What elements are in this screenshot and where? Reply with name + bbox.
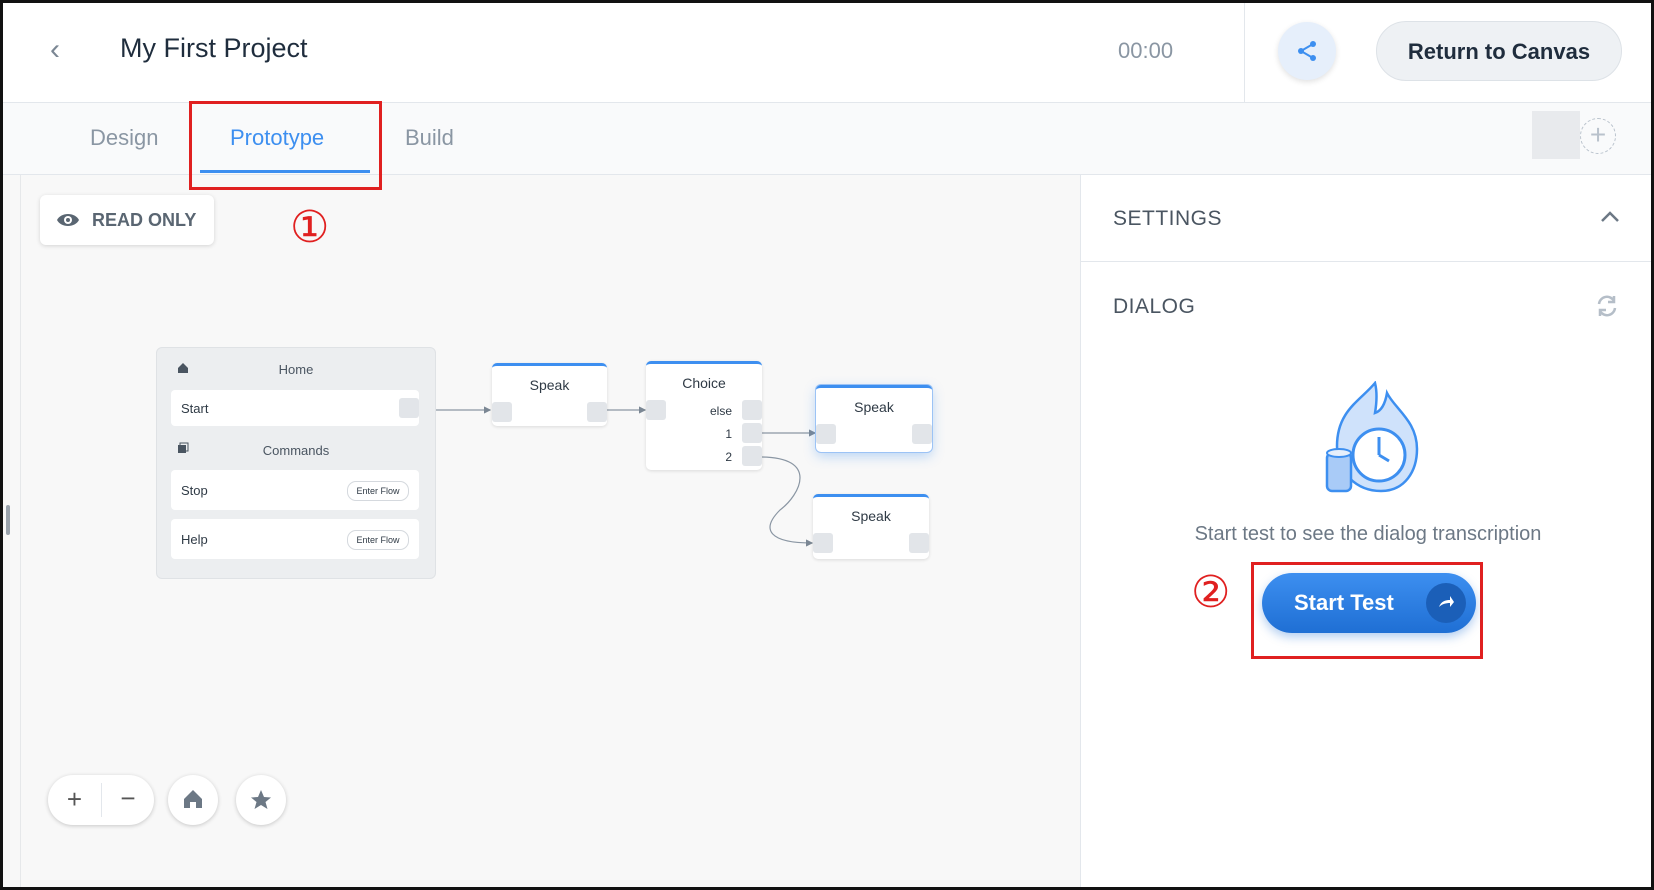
arrow-right-icon: [1426, 583, 1466, 623]
start-label: Start: [181, 401, 209, 416]
highlight-box-prototype: [189, 101, 382, 190]
zoom-controls: + −: [48, 775, 154, 825]
zoom-in-button[interactable]: +: [48, 775, 101, 825]
flow-canvas[interactable]: READ ONLY ① Home Start Commands Stop Ent…: [0, 175, 1080, 890]
node-in-port[interactable]: [646, 400, 666, 420]
node-title: Speak: [529, 377, 570, 393]
back-icon[interactable]: ‹: [50, 35, 70, 66]
enter-flow-pill[interactable]: Enter Flow: [347, 481, 409, 501]
command-label: Help: [181, 532, 208, 547]
speak-node-2[interactable]: Speak: [816, 385, 932, 452]
node-title: Choice: [682, 375, 726, 391]
start-port[interactable]: [399, 398, 419, 418]
add-collaborator-icon[interactable]: +: [1580, 118, 1616, 154]
return-to-canvas-button[interactable]: Return to Canvas: [1376, 21, 1622, 81]
favorites-button[interactable]: [236, 775, 286, 825]
command-label: Stop: [181, 483, 208, 498]
top-bar: ‹ My First Project 00:00 Return to Canva…: [0, 0, 1654, 103]
share-icon: [1298, 41, 1316, 61]
panel-divider: [1081, 261, 1654, 262]
node-title: Speak: [851, 508, 891, 524]
dialog-heading: DIALOG: [1113, 295, 1196, 318]
settings-heading[interactable]: SETTINGS: [1113, 207, 1222, 231]
choice-port-label: 1: [725, 427, 732, 441]
node-title: Speak: [854, 399, 894, 415]
node-out-port[interactable]: [909, 533, 929, 553]
test-panel: SETTINGS DIALOG Start test to see the di…: [1080, 175, 1654, 890]
choice-port-label: else: [709, 404, 732, 418]
zoom-out-button[interactable]: −: [102, 775, 154, 825]
dialog-hint: Start test to see the dialog transcripti…: [1194, 523, 1542, 545]
home-icon: [184, 790, 202, 808]
choice-out-port[interactable]: [742, 423, 762, 443]
tab-build[interactable]: Build: [405, 125, 454, 151]
choice-node[interactable]: Choice else 1 2: [646, 361, 762, 470]
avatar[interactable]: [1532, 111, 1580, 159]
start-row[interactable]: Start: [171, 390, 419, 426]
choice-out-port[interactable]: [742, 446, 762, 466]
choice-out-port[interactable]: [742, 400, 762, 420]
stopwatch-flame-icon: [1325, 381, 1419, 493]
speak-node-3[interactable]: Speak: [813, 494, 929, 559]
project-title: My First Project: [120, 33, 308, 63]
tab-design[interactable]: Design: [90, 125, 158, 151]
home-view-button[interactable]: [168, 775, 218, 825]
refresh-icon[interactable]: [1594, 293, 1620, 319]
share-button[interactable]: [1278, 22, 1336, 80]
header-divider: [1244, 0, 1245, 102]
enter-flow-pill[interactable]: Enter Flow: [347, 530, 409, 550]
node-out-port[interactable]: [912, 424, 932, 444]
home-block-title: Home: [278, 362, 314, 377]
command-row-help[interactable]: Help Enter Flow: [171, 519, 419, 559]
timer: 00:00: [1118, 38, 1174, 63]
node-in-port[interactable]: [816, 424, 836, 444]
step-marker-2: ②: [1191, 568, 1231, 617]
chevron-up-icon[interactable]: [1599, 207, 1621, 227]
node-in-port[interactable]: [813, 533, 833, 553]
choice-port-label: 2: [725, 450, 732, 464]
start-test-label: Start Test: [1294, 590, 1394, 615]
speak-node-1[interactable]: Speak: [492, 363, 607, 426]
command-row-stop[interactable]: Stop Enter Flow: [171, 470, 419, 510]
node-out-port[interactable]: [587, 402, 607, 422]
home-block[interactable]: Home Start Commands Stop Enter Flow Help…: [156, 347, 436, 579]
commands-title: Commands: [262, 443, 330, 458]
star-icon: [251, 790, 271, 809]
start-test-button[interactable]: Start Test: [1262, 573, 1476, 633]
node-in-port[interactable]: [492, 402, 512, 422]
